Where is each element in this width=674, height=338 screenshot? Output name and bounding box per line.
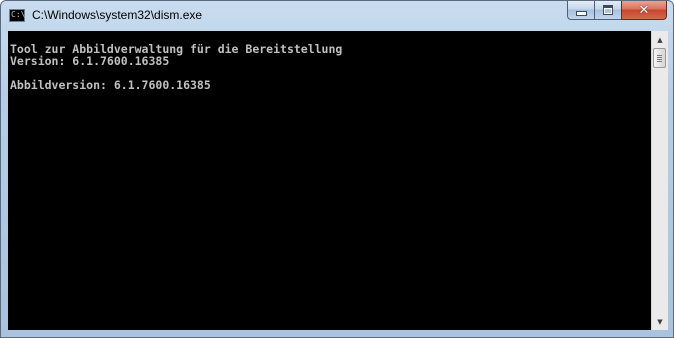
console-line: Abbildversion: 6.1.7600.16385 bbox=[10, 78, 211, 92]
close-icon: ✕ bbox=[638, 2, 650, 18]
close-button[interactable]: ✕ bbox=[621, 1, 667, 20]
title-bar[interactable]: C:\ C:\Windows\system32\dism.exe ✕ bbox=[1, 1, 673, 31]
maximize-icon bbox=[603, 5, 613, 15]
console-window: C:\ C:\Windows\system32\dism.exe ✕ Tool … bbox=[0, 0, 674, 338]
console-icon[interactable]: C:\ bbox=[9, 9, 25, 22]
grip-line bbox=[657, 61, 662, 62]
vertical-scrollbar[interactable]: ▲ ▼ bbox=[651, 31, 668, 330]
scroll-up-arrow-icon[interactable]: ▲ bbox=[652, 31, 668, 48]
scroll-thumb[interactable] bbox=[653, 48, 666, 68]
console-output[interactable]: Tool zur Abbildverwaltung für die Bereit… bbox=[8, 31, 651, 330]
minimize-icon bbox=[575, 11, 587, 16]
maximize-button[interactable] bbox=[594, 1, 621, 20]
scroll-down-arrow-icon[interactable]: ▼ bbox=[652, 313, 668, 330]
window-title: C:\Windows\system32\dism.exe bbox=[32, 8, 203, 22]
console-line: Version: 6.1.7600.16385 bbox=[10, 54, 170, 68]
grip-line bbox=[657, 55, 662, 56]
caption-buttons: ✕ bbox=[567, 1, 667, 21]
grip-line bbox=[657, 57, 662, 58]
minimize-button[interactable] bbox=[567, 1, 594, 20]
grip-line bbox=[657, 59, 662, 60]
